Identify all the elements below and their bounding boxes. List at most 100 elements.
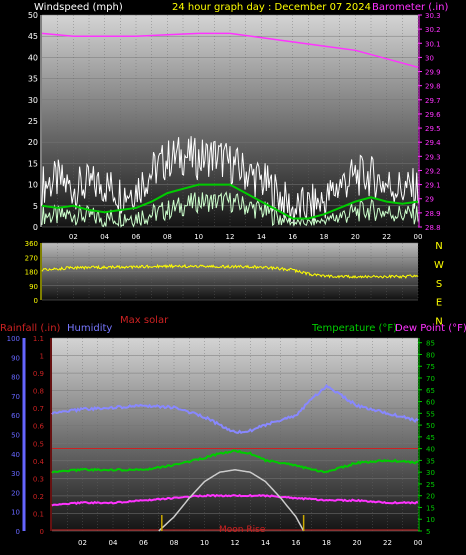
temperature-tick-label: 15: [426, 504, 435, 512]
weather-graph-image: Windspeed (mph) 24 hour graph day : Dece…: [0, 0, 466, 555]
barometer-tick-label: 29.2: [425, 167, 441, 175]
humidity-tick-label: 100: [7, 335, 20, 343]
wind-tick-label: 50: [28, 11, 38, 20]
humidity-tick-label: 20: [11, 489, 20, 497]
barometer-tick-label: 29.6: [425, 111, 441, 119]
direction-tick-label: 360: [25, 240, 38, 248]
direction-tick-label: 180: [25, 269, 38, 277]
rain-tick-label: 1: [40, 353, 44, 361]
rain-tick-label: 0.5: [33, 440, 44, 448]
barometer-tick-label: 30: [425, 54, 434, 62]
wind-tick-label: 0: [33, 223, 38, 232]
wind-tick-label: 35: [28, 75, 38, 84]
humidity-tick-label: 80: [11, 374, 20, 382]
hour-tick-label: 02: [78, 539, 87, 547]
temperature-tick-label: 80: [426, 351, 435, 359]
hour-tick-label: 16: [292, 539, 301, 547]
temperature-axis-title: Temperature (°F): [311, 323, 397, 334]
barometer-tick-label: 30.2: [425, 26, 441, 34]
temperature-tick-label: 60: [426, 399, 435, 407]
hour-tick-label: 22: [382, 233, 391, 241]
wind-tick-label: 45: [28, 32, 38, 41]
barometer-tick-label: 29.4: [425, 139, 441, 147]
hour-tick-label: 18: [320, 233, 329, 241]
compass-label: N: [435, 241, 442, 252]
temperature-tick-label: 10: [426, 516, 435, 524]
rain-tick-label: 1.1: [33, 335, 44, 343]
compass-label: W: [434, 260, 444, 271]
chart-title: 24 hour graph day : December 07 2024: [172, 2, 371, 13]
humidity-tick-label: 70: [11, 393, 20, 401]
direction-tick-label: 90: [29, 283, 38, 291]
hour-tick-label: 20: [353, 539, 362, 547]
hour-tick-label: 10: [200, 539, 209, 547]
temperature-tick-label: 55: [426, 410, 435, 418]
rain-tick-label: 0.3: [33, 475, 44, 483]
hour-tick-label: 08: [170, 539, 179, 547]
hour-tick-label: 02: [69, 233, 78, 241]
rain-tick-label: 0.1: [33, 510, 44, 518]
barometer-tick-label: 28.9: [425, 210, 441, 218]
wind-tick-label: 10: [28, 181, 38, 190]
wind-tick-label: 20: [28, 138, 38, 147]
barometer-tick-label: 30.3: [425, 12, 441, 20]
hour-tick-label: 14: [261, 539, 270, 547]
humidity-tick-label: 0: [16, 528, 20, 536]
barometer-tick-label: 29.7: [425, 97, 441, 105]
rain-tick-label: 0.7: [33, 405, 44, 413]
temperature-tick-label: 75: [426, 363, 435, 371]
hour-tick-label: 04: [109, 539, 118, 547]
wind-tick-label: 5: [33, 202, 38, 211]
rain-tick-label: 0.2: [33, 493, 44, 501]
hour-tick-label: 06: [139, 539, 148, 547]
hour-tick-label: 04: [100, 233, 109, 241]
temperature-tick-label: 65: [426, 387, 435, 395]
direction-tick-label: 270: [25, 254, 38, 262]
barometer-tick-label: 30.1: [425, 40, 441, 48]
wind-tick-label: 25: [28, 117, 38, 126]
temperature-tick-label: 45: [426, 434, 435, 442]
hour-tick-label: 12: [231, 539, 240, 547]
humidity-tick-label: 90: [11, 354, 20, 362]
temperature-tick-label: 50: [426, 422, 435, 430]
wind-tick-label: 15: [28, 159, 38, 168]
temperature-tick-label: 70: [426, 375, 435, 383]
barometer-tick-label: 28.8: [425, 224, 441, 232]
moon-rise-label: Moon Rise: [219, 525, 266, 535]
humidity-tick-label: 10: [11, 509, 20, 517]
compass-label: S: [436, 279, 442, 290]
rain-tick-label: 0.6: [33, 423, 45, 431]
barometer-tick-label: 29.1: [425, 182, 441, 190]
temperature-tick-label: 5: [426, 528, 430, 536]
rain-tick-label: 0: [40, 528, 44, 536]
rain-tick-label: 0.9: [33, 370, 44, 378]
direction-tick-label: 0: [34, 297, 38, 305]
rain-tick-label: 0.4: [33, 458, 45, 466]
hour-tick-label: 12: [226, 233, 235, 241]
wind-tick-label: 40: [28, 53, 38, 62]
temperature-tick-label: 25: [426, 481, 435, 489]
temperature-tick-label: 30: [426, 469, 435, 477]
rain-tick-label: 0.8: [33, 388, 44, 396]
weather-charts-svg: Windspeed (mph) 24 hour graph day : Dece…: [0, 2, 466, 547]
wind-tick-label: 30: [28, 96, 38, 105]
hour-tick-label: 14: [257, 233, 266, 241]
barometer-tick-label: 29.3: [425, 153, 441, 161]
humidity-tick-label: 50: [11, 432, 20, 440]
humidity-tick-label: 40: [11, 451, 20, 459]
temperature-tick-label: 85: [426, 340, 435, 348]
compass-label: E: [436, 298, 442, 309]
barometer-tick-label: 29.5: [425, 125, 441, 133]
hour-tick-label: 20: [351, 233, 360, 241]
hour-tick-label: 00: [414, 539, 423, 547]
hour-tick-label: 22: [383, 539, 392, 547]
barometer-tick-label: 29.8: [425, 83, 441, 91]
temperature-tick-label: 40: [426, 446, 435, 454]
hour-tick-label: 06: [132, 233, 141, 241]
temperature-tick-label: 35: [426, 457, 435, 465]
temperature-tick-label: 20: [426, 493, 435, 501]
hour-tick-label: 16: [288, 233, 297, 241]
hour-tick-label: 00: [414, 233, 423, 241]
barometer-tick-label: 29.9: [425, 69, 441, 77]
humidity-tick-label: 60: [11, 412, 20, 420]
